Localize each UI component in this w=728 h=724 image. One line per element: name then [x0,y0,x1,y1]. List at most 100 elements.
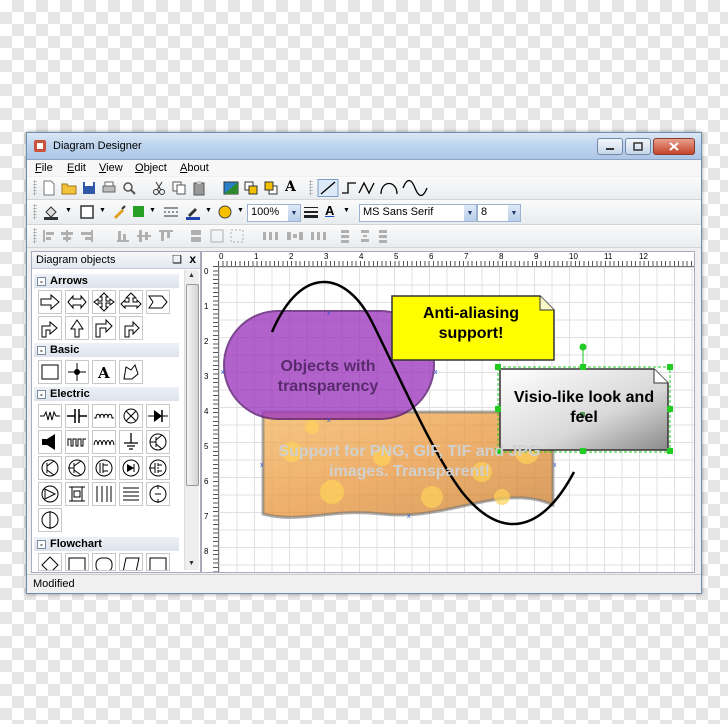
font-size-select[interactable]: 8 ▼ [477,204,521,222]
shape-color-dropdown-icon[interactable]: ▼ [237,207,244,214]
chevron-down-icon[interactable]: ▼ [464,205,476,221]
thyristor-symbol[interactable] [119,456,143,480]
category-arrows[interactable]: - Arrows [34,274,179,288]
lamp-symbol[interactable] [119,404,143,428]
scroll-up-icon[interactable]: ▲ [186,270,197,282]
flow-process-symbol[interactable] [65,553,89,571]
chevron-down-icon[interactable]: ▼ [288,205,300,221]
font-color-dropdown-icon[interactable]: ▼ [343,207,350,214]
arrow-pentagon-symbol[interactable] [146,290,170,314]
fet-symbol[interactable] [92,456,116,480]
pen-color-icon[interactable] [185,204,201,220]
flow-decision-symbol[interactable] [38,553,62,571]
arrow-right-symbol[interactable] [38,290,62,314]
scroll-down-icon[interactable]: ▼ [186,558,197,570]
transistor-symbol[interactable] [146,430,170,454]
minimize-button[interactable] [597,138,623,155]
cut-icon[interactable] [151,180,167,196]
ground-symbol[interactable] [119,430,143,454]
arrow-double-symbol[interactable] [65,290,89,314]
menu-object[interactable]: Object [135,162,167,174]
mosfet-symbol[interactable] [146,456,170,480]
line-color-icon[interactable] [79,204,95,220]
arrow-turn-symbol[interactable] [92,316,116,340]
fill-color-icon[interactable] [43,204,59,220]
fill-dropdown-arrow-icon[interactable]: ▼ [65,207,72,214]
line-tools-icons[interactable] [317,179,445,197]
menu-view[interactable]: View [99,162,123,174]
panel-scrollbar[interactable]: ▲ ▼ [184,270,199,570]
font-family-select[interactable]: MS Sans Serif ▼ [359,204,477,222]
category-electric[interactable]: - Electric [34,387,179,401]
close-button[interactable] [653,138,695,155]
fill-gradient-icon[interactable] [223,180,239,196]
print-icon[interactable] [101,180,117,196]
collapse-icon[interactable]: - [37,540,46,549]
copy-icon[interactable] [171,180,187,196]
shape-color-icon[interactable] [217,204,233,220]
line-width-icon[interactable] [303,204,319,220]
coil-symbol[interactable] [65,430,89,454]
toolbar-grip-2[interactable] [309,180,313,196]
toolbar-grip[interactable] [33,180,37,196]
rectangle-symbol[interactable] [38,360,62,384]
arrow-corner-symbol[interactable] [119,316,143,340]
flow-document-symbol[interactable] [146,553,170,571]
menu-edit[interactable]: Edit [67,162,86,174]
text-symbol[interactable]: A [92,360,116,384]
transformer-symbol[interactable] [92,430,116,454]
arrow-branch-symbol[interactable] [65,316,89,340]
arrow-cross-symbol[interactable] [92,290,116,314]
shadow-color-icon[interactable] [131,204,147,220]
toolbar-grip-4[interactable] [33,228,37,244]
capacitor-symbol[interactable] [65,404,89,428]
polygon-symbol[interactable] [119,360,143,384]
menu-file[interactable]: File [35,162,53,174]
diode-symbol[interactable] [146,404,170,428]
line-color-dropdown-icon[interactable]: ▼ [99,207,106,214]
source-symbol[interactable] [146,482,170,506]
line-style-icon[interactable] [163,204,179,220]
ac-source-symbol[interactable] [38,508,62,532]
pin-icon[interactable]: ❑ [172,253,182,266]
bring-front-icon[interactable] [243,180,259,196]
chevron-down-icon[interactable]: ▼ [508,205,520,221]
panel-close-icon[interactable]: x [189,252,196,266]
new-file-icon[interactable] [41,180,57,196]
connector-symbol[interactable] [65,360,89,384]
shadow-dropdown-icon[interactable]: ▼ [149,207,156,214]
zoom-select[interactable]: 100% ▼ [247,204,301,222]
scrollbar-thumb[interactable] [186,284,199,486]
align-tools-icons[interactable] [41,228,391,244]
transistor-npn-symbol[interactable] [38,456,62,480]
category-flowchart[interactable]: - Flowchart [34,537,179,551]
collapse-icon[interactable]: - [37,277,46,286]
text-tool-icon[interactable]: A [285,179,301,195]
title-bar[interactable]: Diagram Designer [27,133,701,160]
category-basic[interactable]: - Basic [34,343,179,357]
speaker-symbol[interactable] [38,430,62,454]
flow-data-symbol[interactable] [119,553,143,571]
flow-terminator-symbol[interactable] [92,553,116,571]
collapse-icon[interactable]: - [37,390,46,399]
open-folder-icon[interactable] [61,180,77,196]
send-back-icon[interactable] [263,180,279,196]
switch-symbol[interactable] [92,482,116,506]
transistor-pnp-symbol[interactable] [65,456,89,480]
toolbar-grip-3[interactable] [33,204,37,220]
paste-icon[interactable] [191,180,207,196]
collapse-icon[interactable]: - [37,346,46,355]
battery-symbol[interactable] [119,482,143,506]
arrow-tri-symbol[interactable] [119,290,143,314]
brush-icon[interactable] [111,204,127,220]
print-preview-icon[interactable] [121,180,137,196]
maximize-button[interactable] [625,138,651,155]
save-icon[interactable] [81,180,97,196]
menu-about[interactable]: About [180,162,209,174]
pen-dropdown-icon[interactable]: ▼ [205,207,212,214]
resistor-symbol[interactable] [38,404,62,428]
drawing-canvas[interactable]: 0 1 2 3 4 5 6 7 8 9 10 11 12 0 1 2 3 4 5… [201,251,695,573]
inductor-symbol[interactable] [92,404,116,428]
font-color-icon[interactable]: A [325,203,334,218]
arrow-up-right-symbol[interactable] [38,316,62,340]
